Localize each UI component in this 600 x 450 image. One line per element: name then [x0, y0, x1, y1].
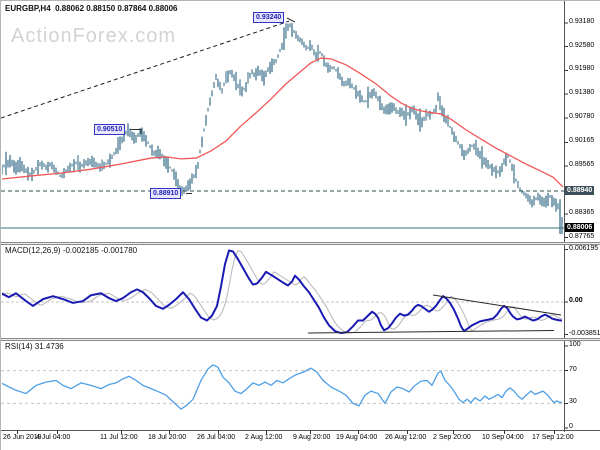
price-level-annotation[interactable]: 0.88910	[150, 188, 182, 199]
time-axis-label: 26 Aug 12:00	[385, 434, 427, 441]
rsi-axis-label: 0	[569, 423, 573, 430]
price-axis-label: 0.89565	[569, 161, 595, 168]
time-axis-label: 18 Jul 20:00	[148, 434, 187, 441]
price-axis-label: 0.87765	[569, 233, 595, 240]
price-axis-label: 0.92580	[569, 42, 595, 49]
rsi-panel[interactable]	[1, 341, 564, 430]
rsi-axis-label: 100	[569, 341, 581, 348]
rsi-axis-label: 70	[569, 366, 577, 373]
price-axis-label: 0.90165	[569, 137, 595, 144]
price-level-annotation[interactable]: 0.90510	[94, 124, 126, 135]
rsi-value: 31.4736	[34, 342, 64, 351]
time-axis-label: 19 Aug 04:00	[336, 434, 378, 441]
trading-chart-window: ActionForex.com EURGBP,H4 0.88062 0.8815…	[0, 0, 600, 450]
time-axis-label: 26 Jul 04:00	[197, 434, 236, 441]
macd-indicator-label: MACD(12,26,9) -0.002185 -0.001780	[5, 246, 137, 255]
rsi-axis-label: 30	[569, 398, 577, 405]
price-axis-label: 0.88365	[569, 209, 595, 216]
symbol-timeframe-label: EURGBP,H4	[5, 4, 51, 13]
time-axis-label: 2 Sep 20:00	[433, 434, 471, 441]
price-axis-label-highlighted: 0.88006	[565, 223, 595, 232]
time-axis-label: 11 Jul 12:00	[100, 434, 138, 441]
time-axis-label: 10 Sep 04:00	[482, 434, 524, 441]
macd-panel[interactable]	[1, 245, 564, 338]
close-value: 0.88006	[148, 4, 178, 13]
price-axis-label: 0.91380	[569, 89, 595, 96]
price-axis-label: 0.90780	[569, 113, 595, 120]
macd-axis-label: -0.003851	[569, 330, 600, 337]
high-value: 0.88150	[86, 4, 116, 13]
price-axis-label: 0.93180	[569, 18, 595, 25]
macd-axis-label: 0.006195	[569, 245, 599, 252]
time-axis-label: 9 Aug 20:00	[293, 434, 331, 441]
price-level-annotation[interactable]: 0.93240	[253, 12, 285, 23]
macd-name: MACD(12,26,9)	[5, 246, 61, 255]
low-value: 0.87864	[117, 4, 147, 13]
macd-signal-value: -0.001780	[101, 246, 138, 255]
time-axis-label: 2 Aug 12:00	[245, 434, 283, 441]
macd-axis-label: 0.00	[569, 297, 583, 304]
open-value: 0.88062	[55, 4, 85, 13]
price-axis-label: 0.91980	[569, 65, 595, 72]
price-chart-panel[interactable]	[1, 4, 564, 242]
rsi-name: RSI(14)	[5, 342, 33, 351]
macd-main-value: -0.002185	[62, 246, 99, 255]
time-axis-label: 4 Jul 04:00	[36, 434, 71, 441]
chart-header: EURGBP,H4 0.88062 0.88150 0.87864 0.8800…	[5, 4, 178, 13]
rsi-indicator-label: RSI(14) 31.4736	[5, 342, 64, 351]
price-axis-label-highlighted: 0.88940	[565, 186, 595, 195]
time-axis-label: 17 Sep 12:00	[532, 434, 574, 441]
